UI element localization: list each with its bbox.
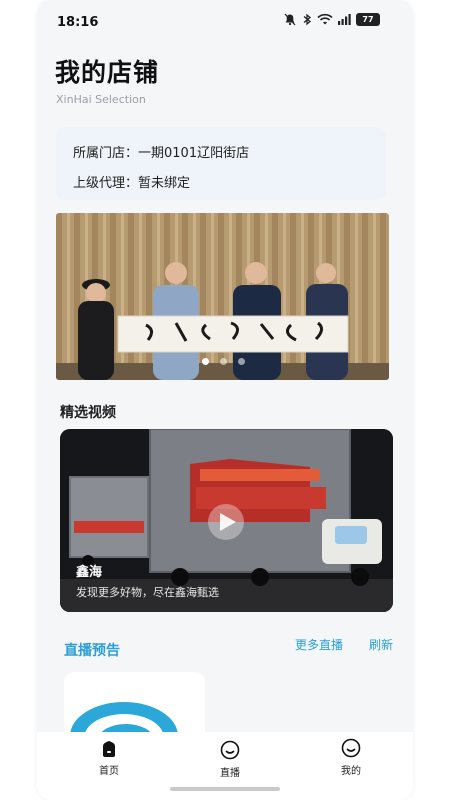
tab-label: 我的 (341, 766, 361, 777)
status-time: 18:16 (57, 15, 99, 30)
store-row: 所属门店：一期0101辽阳街店 (73, 142, 249, 161)
battery-icon: 77 (356, 12, 380, 26)
video-title: 鑫海 (76, 565, 103, 580)
carousel-dot[interactable] (238, 358, 245, 365)
wifi-icon (317, 11, 333, 27)
home-icon (103, 741, 115, 757)
tab-live[interactable]: 直播 (200, 740, 260, 779)
bluetooth-icon (300, 11, 313, 27)
app-screen: 18:16 77 我的店铺 XinHai Selection 所属门店：一期01… (37, 0, 413, 800)
carousel-dot[interactable] (202, 358, 209, 365)
video-card[interactable]: 鑫海 发现更多好物，尽在鑫海甄选 (60, 429, 393, 612)
video-description: 发现更多好物，尽在鑫海甄选 (76, 586, 219, 599)
home-indicator (170, 787, 280, 791)
featured-videos-title: 精选视频 (60, 405, 116, 421)
live-preview-title: 直播预告 (64, 643, 120, 659)
tab-mine[interactable]: 我的 (321, 738, 381, 777)
agent-row[interactable]: 上级代理：暂未绑定 (73, 172, 190, 191)
signal-icon (337, 11, 352, 27)
status-bar: 18:16 77 (37, 0, 413, 42)
store-value: 一期0101辽阳街店 (138, 146, 250, 161)
tab-home[interactable]: 首页 (79, 740, 139, 777)
carousel-indicator (202, 358, 245, 365)
carousel-dot[interactable] (220, 358, 227, 365)
more-live-button[interactable]: 更多直播 (295, 636, 343, 653)
profile-icon (341, 738, 361, 758)
status-icons: 77 (283, 11, 380, 27)
tab-label: 首页 (99, 766, 119, 777)
banner-carousel[interactable] (56, 213, 389, 380)
store-label: 所属门店： (73, 146, 139, 161)
page-title: 我的店铺 (55, 58, 160, 87)
store-info-card: 所属门店：一期0101辽阳街店 上级代理：暂未绑定 (56, 127, 386, 200)
page-subtitle: XinHai Selection (56, 93, 146, 106)
agent-value: 暂未绑定 (138, 176, 191, 191)
agent-label: 上级代理： (73, 176, 139, 191)
mute-icon (283, 11, 296, 27)
tab-label: 直播 (220, 768, 240, 779)
banner-image (56, 213, 389, 380)
refresh-button[interactable]: 刷新 (369, 636, 393, 653)
live-icon (220, 740, 240, 760)
